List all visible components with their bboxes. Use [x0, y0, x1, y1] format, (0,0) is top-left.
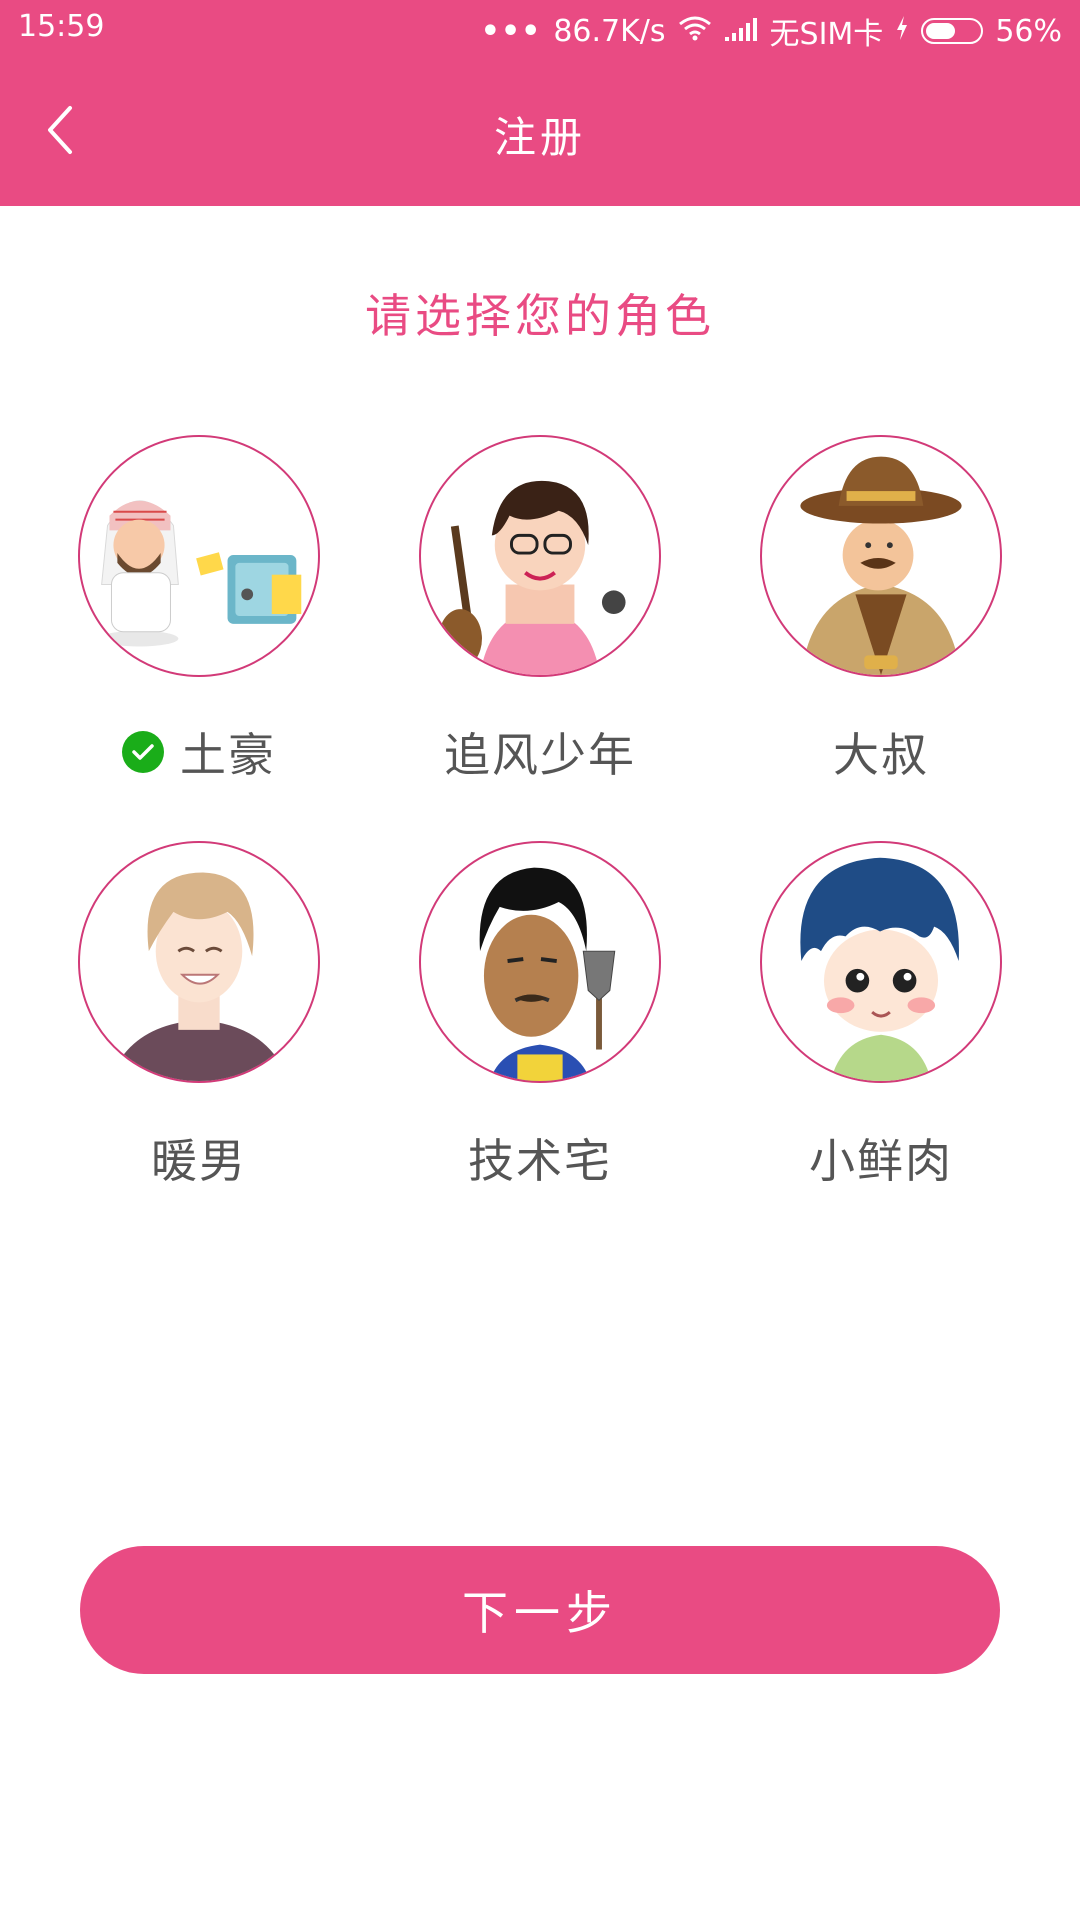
network-speed: 86.7K/s: [553, 13, 666, 49]
role-label: 土豪: [180, 728, 276, 782]
wifi-icon: [678, 14, 712, 49]
charging-icon: [895, 14, 909, 49]
arab-man-avatar: [78, 435, 320, 677]
role-option-nuannan[interactable]: 暖男: [49, 841, 349, 1191]
cowboy-avatar: [760, 435, 1002, 677]
role-option-jishuzhai[interactable]: 技术宅: [390, 841, 690, 1191]
signal-icon: [724, 14, 758, 49]
more-notifications-icon: •••: [480, 13, 542, 49]
role-label: 追风少年: [444, 728, 636, 782]
role-prompt: 请选择您的角色: [365, 289, 715, 343]
role-label: 大叔: [833, 728, 929, 782]
man-with-shovel-avatar: [419, 841, 661, 1083]
role-option-dashu[interactable]: 大叔: [731, 435, 1031, 785]
role-option-tuhao[interactable]: 土豪: [49, 435, 349, 785]
battery-percent: 56%: [995, 13, 1062, 49]
status-time: 15:59: [18, 9, 105, 44]
status-indicators: ••• 86.7K/s 无SIM卡 56%: [481, 9, 1062, 53]
app-bar: 注册: [0, 58, 1080, 206]
role-label: 暖男: [151, 1134, 247, 1188]
battery-icon: [921, 18, 984, 44]
next-step-button[interactable]: 下一步: [80, 1546, 1000, 1674]
role-option-zhuifengshaonian[interactable]: 追风少年: [390, 435, 690, 785]
chibi-boy-avatar: [760, 841, 1002, 1083]
smiling-boy-avatar: [78, 841, 320, 1083]
sim-status: 无SIM卡: [769, 17, 884, 52]
selected-check-icon: [122, 731, 164, 773]
role-option-xiaoxianrou[interactable]: 小鲜肉: [731, 841, 1031, 1191]
page-title: 注册: [493, 113, 586, 162]
status-bar: 15:59 ••• 86.7K/s 无SIM卡 56%: [0, 0, 1080, 58]
role-label: 技术宅: [468, 1134, 612, 1188]
boy-with-guitar-avatar: [419, 435, 661, 677]
role-label: 小鲜肉: [809, 1134, 953, 1188]
